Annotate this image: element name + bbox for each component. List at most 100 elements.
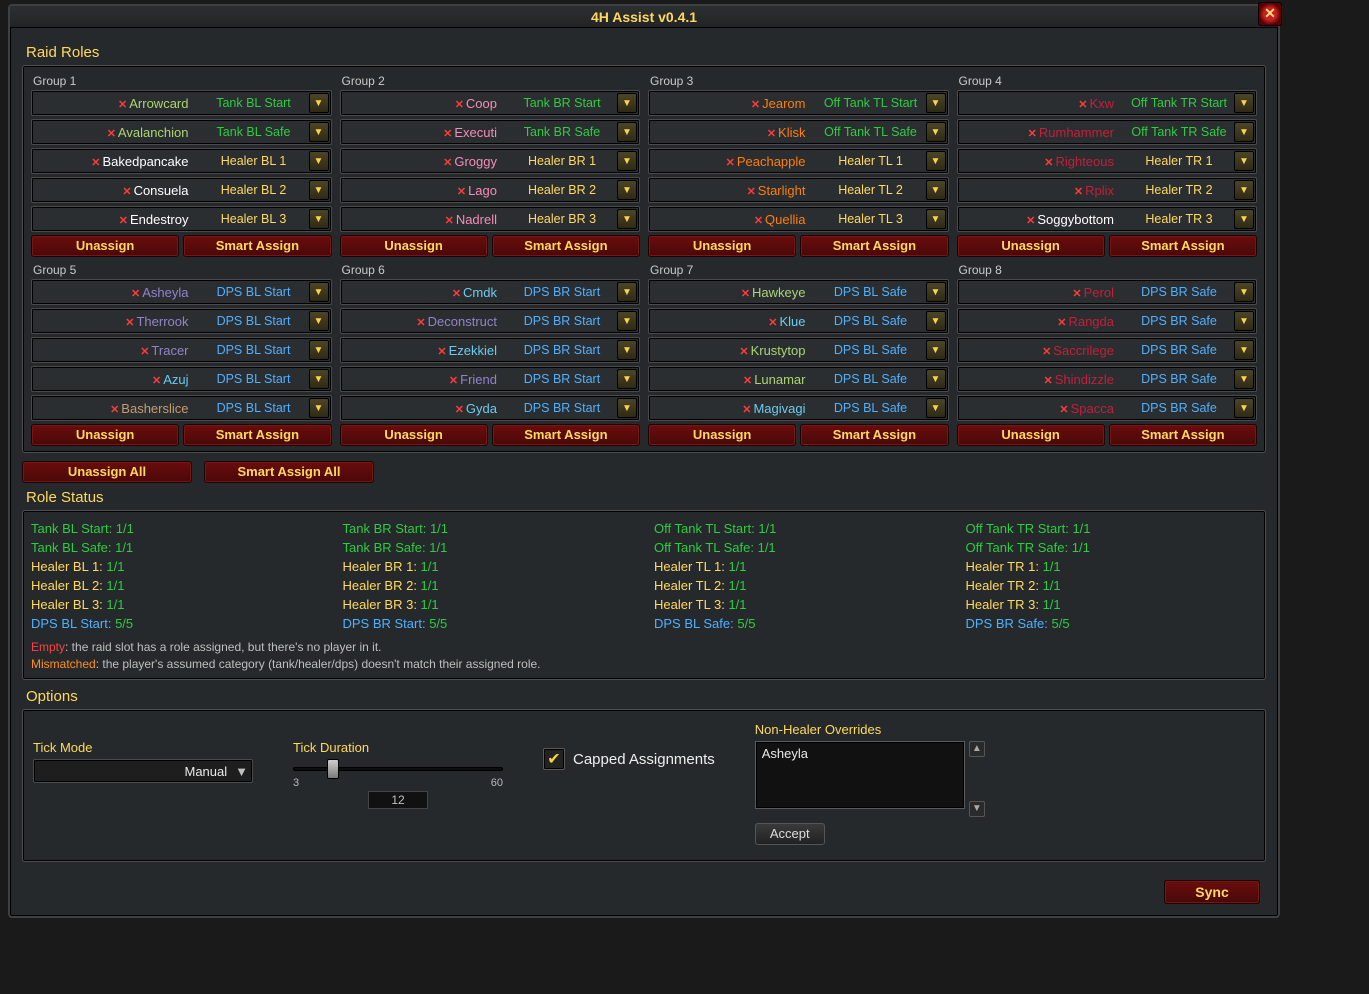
role-dropdown[interactable]: ▼ bbox=[1234, 340, 1254, 360]
unassign-all-button[interactable]: Unassign All bbox=[22, 461, 192, 483]
title-bar[interactable]: 4H Assist v0.4.1 ✕ bbox=[10, 6, 1278, 28]
role-dropdown[interactable]: ▼ bbox=[617, 151, 637, 171]
remove-icon[interactable]: ✕ bbox=[91, 157, 100, 169]
remove-icon[interactable]: ✕ bbox=[455, 99, 464, 111]
role-dropdown[interactable]: ▼ bbox=[926, 151, 946, 171]
role-dropdown[interactable]: ▼ bbox=[617, 282, 637, 302]
overrides-input[interactable]: Asheyla bbox=[755, 741, 965, 809]
remove-icon[interactable]: ✕ bbox=[1072, 288, 1081, 300]
smart-assign-button[interactable]: Smart Assign bbox=[800, 235, 948, 257]
role-dropdown[interactable]: ▼ bbox=[617, 340, 637, 360]
unassign-button[interactable]: Unassign bbox=[957, 424, 1105, 446]
remove-icon[interactable]: ✕ bbox=[131, 288, 140, 300]
remove-icon[interactable]: ✕ bbox=[1028, 128, 1037, 140]
smart-assign-button[interactable]: Smart Assign bbox=[183, 235, 331, 257]
smart-assign-button[interactable]: Smart Assign bbox=[1109, 424, 1257, 446]
role-dropdown[interactable]: ▼ bbox=[309, 369, 329, 389]
role-dropdown[interactable]: ▼ bbox=[1234, 151, 1254, 171]
remove-icon[interactable]: ✕ bbox=[443, 128, 452, 140]
role-dropdown[interactable]: ▼ bbox=[926, 340, 946, 360]
role-dropdown[interactable]: ▼ bbox=[617, 369, 637, 389]
unassign-button[interactable]: Unassign bbox=[31, 424, 179, 446]
remove-icon[interactable]: ✕ bbox=[443, 157, 452, 169]
role-dropdown[interactable]: ▼ bbox=[309, 122, 329, 142]
remove-icon[interactable]: ✕ bbox=[125, 317, 134, 329]
smart-assign-button[interactable]: Smart Assign bbox=[183, 424, 331, 446]
remove-icon[interactable]: ✕ bbox=[1074, 186, 1083, 198]
tick-mode-dropdown[interactable]: Manual ▼ bbox=[33, 759, 253, 783]
smart-assign-all-button[interactable]: Smart Assign All bbox=[204, 461, 374, 483]
unassign-button[interactable]: Unassign bbox=[31, 235, 179, 257]
smart-assign-button[interactable]: Smart Assign bbox=[492, 424, 640, 446]
role-dropdown[interactable]: ▼ bbox=[1234, 209, 1254, 229]
role-dropdown[interactable]: ▼ bbox=[617, 311, 637, 331]
role-dropdown[interactable]: ▼ bbox=[617, 209, 637, 229]
remove-icon[interactable]: ✕ bbox=[449, 375, 458, 387]
remove-icon[interactable]: ✕ bbox=[742, 404, 751, 416]
remove-icon[interactable]: ✕ bbox=[110, 404, 119, 416]
chevron-down-icon[interactable]: ▼ bbox=[235, 764, 248, 779]
role-dropdown[interactable]: ▼ bbox=[617, 93, 637, 113]
remove-icon[interactable]: ✕ bbox=[140, 346, 149, 358]
sync-button[interactable]: Sync bbox=[1164, 880, 1260, 904]
remove-icon[interactable]: ✕ bbox=[152, 375, 161, 387]
remove-icon[interactable]: ✕ bbox=[437, 346, 446, 358]
role-dropdown[interactable]: ▼ bbox=[926, 369, 946, 389]
role-dropdown[interactable]: ▼ bbox=[309, 311, 329, 331]
remove-icon[interactable]: ✕ bbox=[457, 186, 466, 198]
remove-icon[interactable]: ✕ bbox=[751, 99, 760, 111]
remove-icon[interactable]: ✕ bbox=[122, 186, 131, 198]
role-dropdown[interactable]: ▼ bbox=[309, 93, 329, 113]
remove-icon[interactable]: ✕ bbox=[754, 215, 763, 227]
role-dropdown[interactable]: ▼ bbox=[617, 398, 637, 418]
remove-icon[interactable]: ✕ bbox=[1044, 157, 1053, 169]
role-dropdown[interactable]: ▼ bbox=[926, 398, 946, 418]
unassign-button[interactable]: Unassign bbox=[648, 235, 796, 257]
accept-button[interactable]: Accept bbox=[755, 823, 825, 845]
smart-assign-button[interactable]: Smart Assign bbox=[1109, 235, 1257, 257]
remove-icon[interactable]: ✕ bbox=[1059, 404, 1068, 416]
close-button[interactable]: ✕ bbox=[1258, 2, 1282, 26]
remove-icon[interactable]: ✕ bbox=[1078, 99, 1087, 111]
smart-assign-button[interactable]: Smart Assign bbox=[492, 235, 640, 257]
role-dropdown[interactable]: ▼ bbox=[309, 209, 329, 229]
role-dropdown[interactable]: ▼ bbox=[309, 340, 329, 360]
tick-duration-slider[interactable] bbox=[293, 761, 503, 775]
role-dropdown[interactable]: ▼ bbox=[926, 282, 946, 302]
remove-icon[interactable]: ✕ bbox=[119, 215, 128, 227]
remove-icon[interactable]: ✕ bbox=[118, 99, 127, 111]
remove-icon[interactable]: ✕ bbox=[743, 375, 752, 387]
role-dropdown[interactable]: ▼ bbox=[309, 282, 329, 302]
smart-assign-button[interactable]: Smart Assign bbox=[800, 424, 948, 446]
role-dropdown[interactable]: ▼ bbox=[1234, 311, 1254, 331]
remove-icon[interactable]: ✕ bbox=[445, 215, 454, 227]
remove-icon[interactable]: ✕ bbox=[726, 157, 735, 169]
role-dropdown[interactable]: ▼ bbox=[617, 122, 637, 142]
role-dropdown[interactable]: ▼ bbox=[926, 209, 946, 229]
role-dropdown[interactable]: ▼ bbox=[1234, 93, 1254, 113]
remove-icon[interactable]: ✕ bbox=[416, 317, 425, 329]
role-dropdown[interactable]: ▼ bbox=[926, 122, 946, 142]
unassign-button[interactable]: Unassign bbox=[957, 235, 1105, 257]
remove-icon[interactable]: ✕ bbox=[452, 288, 461, 300]
unassign-button[interactable]: Unassign bbox=[648, 424, 796, 446]
scroll-down-icon[interactable]: ▼ bbox=[969, 801, 985, 817]
unassign-button[interactable]: Unassign bbox=[340, 424, 488, 446]
role-dropdown[interactable]: ▼ bbox=[926, 180, 946, 200]
remove-icon[interactable]: ✕ bbox=[1057, 317, 1066, 329]
role-dropdown[interactable]: ▼ bbox=[309, 398, 329, 418]
remove-icon[interactable]: ✕ bbox=[455, 404, 464, 416]
scroll-up-icon[interactable]: ▲ bbox=[969, 741, 985, 757]
unassign-button[interactable]: Unassign bbox=[340, 235, 488, 257]
remove-icon[interactable]: ✕ bbox=[1042, 346, 1051, 358]
role-dropdown[interactable]: ▼ bbox=[309, 151, 329, 171]
role-dropdown[interactable]: ▼ bbox=[1234, 180, 1254, 200]
remove-icon[interactable]: ✕ bbox=[1044, 375, 1053, 387]
remove-icon[interactable]: ✕ bbox=[768, 317, 777, 329]
remove-icon[interactable]: ✕ bbox=[107, 128, 116, 140]
role-dropdown[interactable]: ▼ bbox=[926, 93, 946, 113]
role-dropdown[interactable]: ▼ bbox=[1234, 369, 1254, 389]
remove-icon[interactable]: ✕ bbox=[741, 288, 750, 300]
remove-icon[interactable]: ✕ bbox=[739, 346, 748, 358]
role-dropdown[interactable]: ▼ bbox=[1234, 122, 1254, 142]
